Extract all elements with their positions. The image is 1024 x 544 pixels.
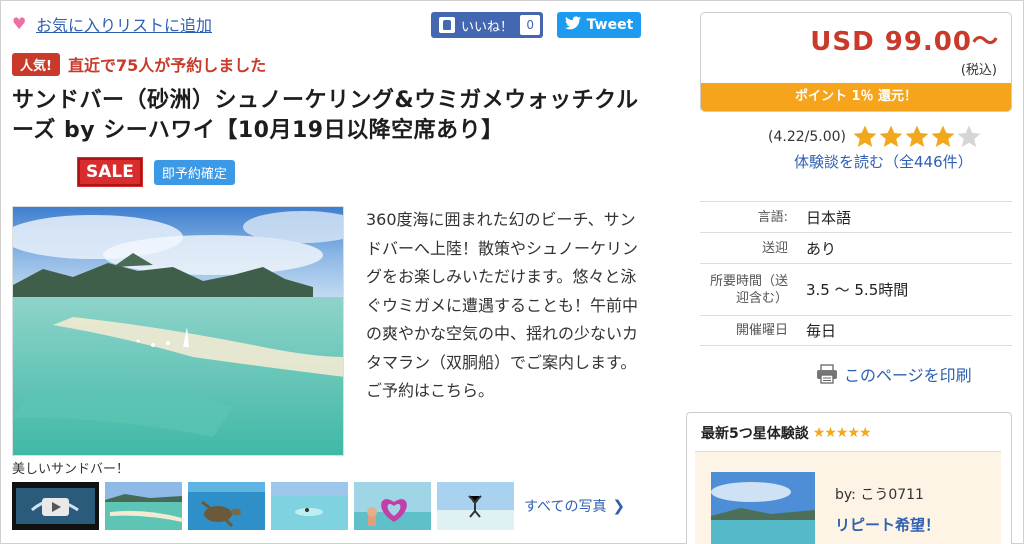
video-thumbnail[interactable] — [12, 482, 99, 530]
all-photos-label: すべての写真 — [524, 499, 607, 515]
thumbnail-snorkel[interactable] — [271, 482, 348, 530]
info-value: あり — [806, 239, 837, 258]
thumbnail-turtle[interactable] — [188, 482, 265, 530]
print-page-link[interactable]: このページを印刷 — [844, 362, 972, 386]
star-icon — [852, 124, 878, 150]
latest-review-box: 最新5つ星体験談 ★★★★★ by: こう0711 リピート希望！ — [686, 412, 1012, 544]
review-photo[interactable] — [711, 472, 815, 544]
info-label: 言語: — [757, 209, 788, 225]
popularity-row: 人気! 直近で75人が予約しました — [12, 52, 266, 76]
sale-badge: SALE — [77, 157, 143, 187]
tour-title: サンドバー（砂洲）シュノーケリング&ウミガメウォッチクルーズ by シーハワイ【… — [12, 88, 639, 143]
instant-confirm-badge: 即予約確定 — [153, 159, 235, 185]
review-author: by: こう0711 — [835, 487, 924, 503]
info-value: 毎日 — [806, 322, 837, 340]
info-label: 所要時間（送迎含む） — [709, 273, 788, 306]
points-banner: ポイント 1％ 還元！ — [701, 83, 1011, 111]
review-card[interactable]: by: こう0711 リピート希望！ — [695, 451, 1001, 544]
like-count: 0 — [520, 15, 540, 35]
thumbnail-heart-float[interactable] — [354, 482, 431, 530]
badge-row: SALE 即予約確定 — [77, 157, 235, 187]
read-reviews-link[interactable]: 体験談を読む（全446件） — [794, 151, 973, 172]
rating-row: (4.22/5.00) — [768, 124, 982, 150]
info-row-duration: 所要時間（送迎含む） 3.5 ～ 5.5時間 — [700, 263, 1012, 315]
twitter-bird-icon — [564, 16, 581, 34]
rating-stars — [852, 124, 982, 150]
popular-badge: 人気! — [12, 52, 60, 76]
main-photo[interactable] — [12, 206, 344, 456]
latest-review-heading: 最新5つ星体験談 ★★★★★ — [701, 423, 872, 443]
five-star-icon: ★★★★★ — [812, 425, 872, 441]
price: USD 99.00～ — [810, 27, 999, 57]
star-icon — [904, 124, 930, 150]
info-label: 送迎 — [761, 240, 788, 256]
price-box: USD 99.00～ (税込) ポイント 1％ 還元！ — [700, 12, 1012, 112]
info-row-language: 言語: 日本語 — [700, 201, 1012, 232]
info-label: 開催曜日 — [735, 323, 788, 338]
thumbnail-sandbar[interactable] — [105, 482, 182, 530]
photo-caption: 美しいサンドバー！ — [12, 462, 130, 477]
favorites-row[interactable]: ♥ お気に入りリストに追加 — [12, 12, 212, 36]
review-title-link[interactable]: リピート希望！ — [835, 514, 940, 535]
tour-info-table: 言語: 日本語 送迎 あり 所要時間（送迎含む） 3.5 ～ 5.5時間 開催曜… — [700, 201, 1012, 346]
print-page-row[interactable]: このページを印刷 — [816, 362, 972, 386]
printer-icon — [816, 364, 838, 384]
rating-value: (4.22/5.00) — [768, 129, 846, 145]
info-value: 日本語 — [806, 208, 852, 227]
thumbnail-strip — [12, 482, 514, 530]
tweet-label: Tweet — [586, 17, 634, 33]
info-row-pickup: 送迎 あり — [700, 232, 1012, 263]
add-to-favorites-link[interactable]: お気に入りリストに追加 — [36, 12, 212, 36]
facebook-like-button[interactable]: いいね！ 0 — [431, 12, 543, 38]
recent-bookings-text: 直近で75人が予約しました — [67, 56, 267, 75]
star-icon — [878, 124, 904, 150]
latest-review-title: 最新5つ星体験談 — [701, 426, 809, 442]
like-label: いいね！ — [461, 19, 514, 35]
star-icon — [930, 124, 956, 150]
heart-icon: ♥ — [12, 14, 27, 33]
star-icon — [956, 124, 982, 150]
thumbs-up-icon — [439, 17, 455, 33]
tax-note: (税込) — [960, 63, 997, 78]
tour-description: 360度海に囲まれた幻のビーチ、サンドバーへ上陸！散策やシュノーケリングをお楽し… — [366, 210, 639, 400]
info-value: 3.5 ～ 5.5時間 — [806, 281, 909, 299]
thumbnail-beach-jump[interactable] — [437, 482, 514, 530]
tweet-button[interactable]: Tweet — [557, 12, 641, 38]
chevron-right-icon: ❯ — [612, 497, 626, 515]
all-photos-link[interactable]: すべての写真 ❯ — [524, 496, 625, 516]
info-row-days: 開催曜日 毎日 — [700, 315, 1012, 346]
